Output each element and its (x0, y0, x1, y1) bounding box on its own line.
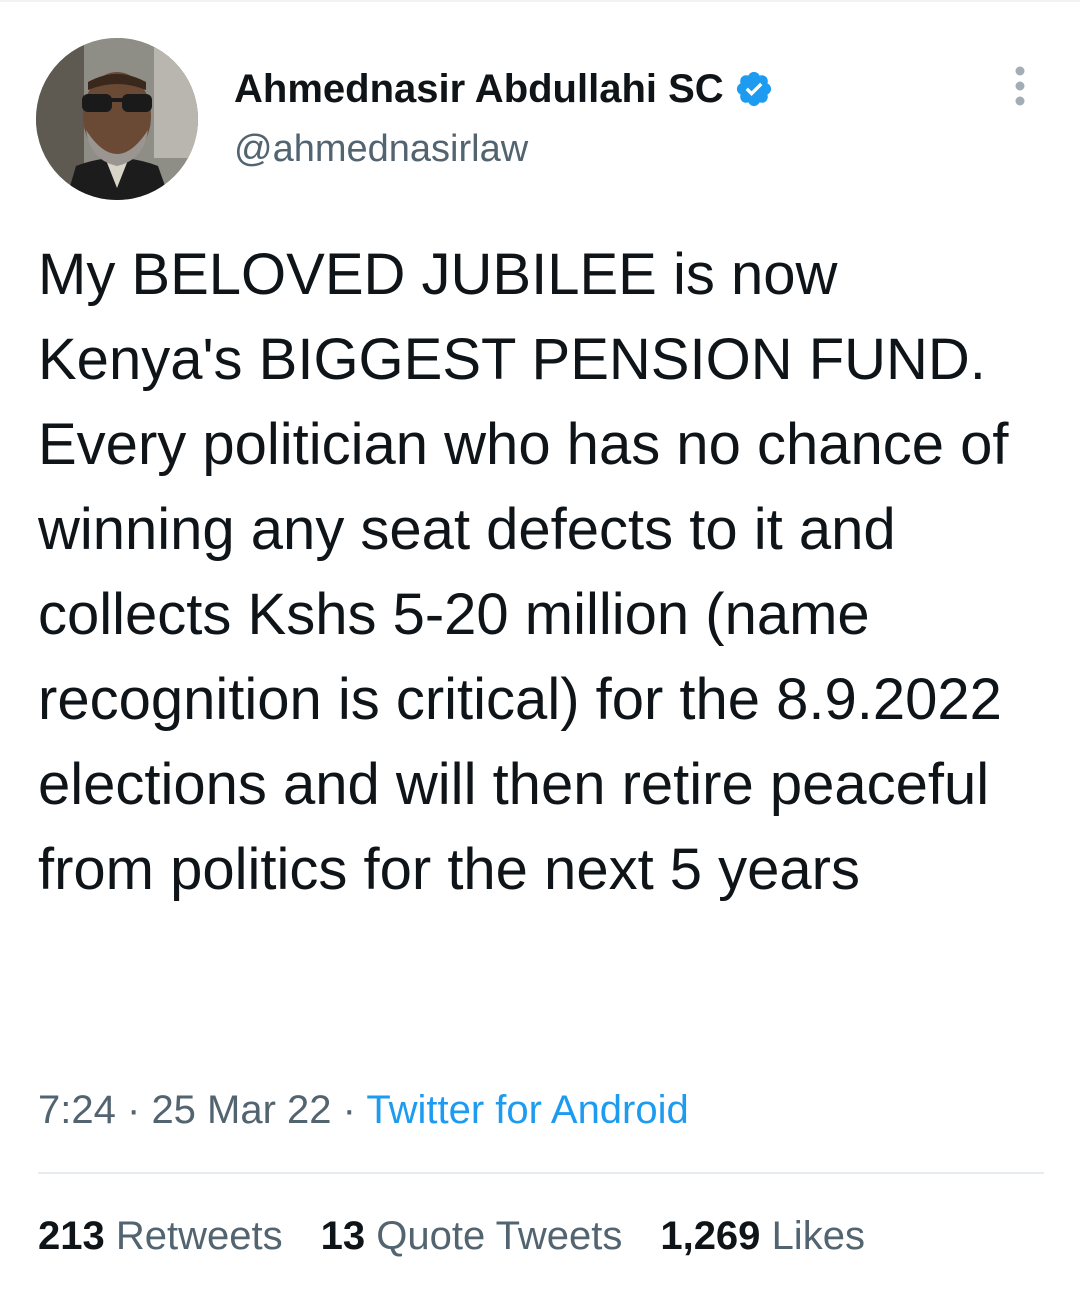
tweet-source-link[interactable]: Twitter for Android (366, 1088, 688, 1132)
retweets-stat[interactable]: 213 Retweets (38, 1214, 283, 1259)
top-divider (0, 0, 1080, 2)
avatar[interactable] (36, 38, 198, 200)
engagement-stats: 213 Retweets 13 Quote Tweets 1,269 Likes (38, 1214, 903, 1259)
avatar-photo (36, 38, 198, 200)
quote-tweets-stat[interactable]: 13 Quote Tweets (321, 1214, 623, 1259)
author-name-row[interactable]: Ahmednasir Abdullahi SC (234, 64, 774, 114)
meta-separator: · (126, 1088, 141, 1132)
tweet-date[interactable]: 25 Mar 22 (151, 1088, 331, 1132)
likes-stat[interactable]: 1,269 Likes (660, 1214, 865, 1259)
retweets-count: 213 (38, 1214, 105, 1258)
quote-tweets-count: 13 (320, 1214, 366, 1258)
likes-label: Likes (771, 1214, 865, 1258)
verified-badge-icon (734, 69, 774, 109)
meta-separator: · (342, 1088, 356, 1132)
tweet-time[interactable]: 7:24 (38, 1088, 116, 1132)
likes-count: 1,269 (660, 1214, 761, 1258)
author-display-name[interactable]: Ahmednasir Abdullahi SC (234, 67, 724, 112)
retweets-label: Retweets (115, 1214, 283, 1258)
stats-divider (38, 1172, 1044, 1174)
more-options-icon[interactable] (1004, 64, 1036, 108)
author-handle[interactable]: @ahmednasirlaw (234, 128, 528, 171)
tweet-text: My BELOVED JUBILEE is now Kenya's BIGGES… (38, 242, 1009, 902)
tweet-metadata: 7:24 · 25 Mar 22 · Twitter for Android (38, 1088, 689, 1133)
quote-tweets-label: Quote Tweets (376, 1214, 623, 1258)
